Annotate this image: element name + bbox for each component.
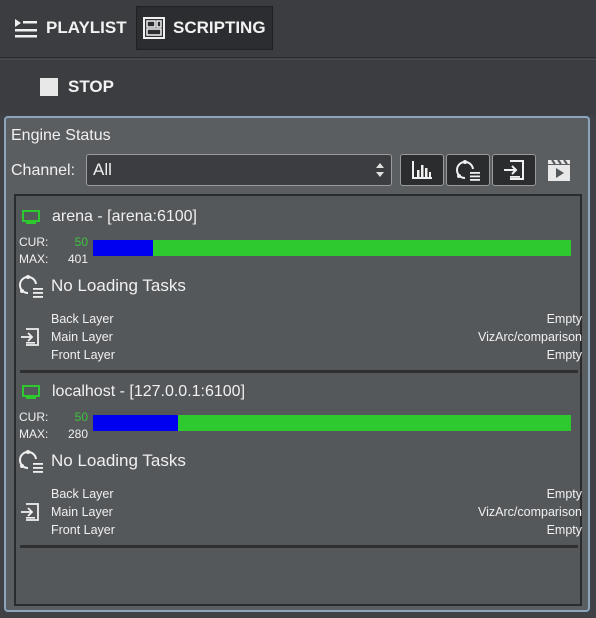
memory-bar-used [93,415,178,431]
loading-status: No Loading Tasks [19,274,186,298]
refresh-loading-icon [456,160,480,181]
loading-tasks-icon [19,450,43,473]
clapperboard-play-icon [548,159,570,181]
layer-name: Front Layer [51,523,115,537]
cur-value: 50 [74,235,88,249]
tab-playlist-label: PLAYLIST [46,18,127,37]
tab-scripting-label: SCRIPTING [173,18,266,37]
engine-separator [20,545,578,548]
layer-value: VizArc/comparison [478,330,582,344]
engine-list: arena - [arena:6100] CUR: 50 MAX: 401 No… [14,194,582,606]
layers-button[interactable] [492,154,536,186]
scripting-icon [143,17,165,39]
stop-button[interactable]: STOP [40,77,114,97]
engine-name: arena - [arena:6100] [52,208,197,225]
playlist-icon [15,19,37,38]
layer-value: Empty [546,312,582,326]
loading-tasks-icon [19,275,43,298]
panel-title: Engine Status [11,127,111,144]
max-value: 401 [67,252,88,266]
layer-value: Empty [546,348,582,362]
monitor-icon [22,209,40,224]
layers-import-icon [21,328,39,346]
layer-value: VizArc/comparison [478,505,582,519]
loading-tasks-button[interactable] [446,154,490,186]
engine-name: localhost - [127.0.0.1:6100] [52,383,246,400]
loading-text: No Loading Tasks [51,451,186,470]
cur-value: 50 [74,410,88,424]
stop-square-icon [40,78,58,96]
tab-playlist[interactable]: PLAYLIST [6,6,135,50]
loading-status: No Loading Tasks [19,449,186,473]
cur-label: CUR: [19,410,49,424]
channel-select[interactable]: All [86,154,392,186]
select-arrows-icon [376,163,384,177]
memory-bar [93,415,571,431]
loading-text: No Loading Tasks [51,276,186,295]
engine-status-panel: Engine Status Channel: All arena - [aren… [4,116,590,612]
layer-name: Main Layer [51,330,113,344]
memory-bar [93,240,571,256]
monitor-icon [22,384,40,399]
memory-bar-used [93,240,153,256]
layer-name: Front Layer [51,348,115,362]
stop-label: STOP [68,77,114,96]
top-tab-bar: PLAYLIST SCRIPTING [0,0,596,58]
layer-value: Empty [546,487,582,501]
layer-name: Back Layer [51,487,114,501]
engine-name-row: arena - [arena:6100] [22,208,197,226]
layers-import-icon [21,503,39,521]
login-import-icon [504,160,524,180]
clapperboard-button[interactable] [544,156,574,184]
cur-label: CUR: [19,235,49,249]
layer-name: Back Layer [51,312,114,326]
tab-scripting[interactable]: SCRIPTING [136,6,273,50]
layer-name: Main Layer [51,505,113,519]
max-value: 280 [67,427,88,441]
chart-button[interactable] [400,154,444,186]
channel-select-value: All [93,160,112,179]
layer-value: Empty [546,523,582,537]
stop-toolbar: STOP [0,59,596,115]
engine-item[interactable]: arena - [arena:6100] CUR: 50 MAX: 401 No… [16,196,582,373]
engine-name-row: localhost - [127.0.0.1:6100] [22,383,245,401]
chart-icon [412,161,432,179]
max-label: MAX: [19,427,49,441]
engine-item[interactable]: localhost - [127.0.0.1:6100] CUR: 50 MAX… [16,371,582,548]
channel-label: Channel: [11,162,76,179]
max-label: MAX: [19,252,49,266]
